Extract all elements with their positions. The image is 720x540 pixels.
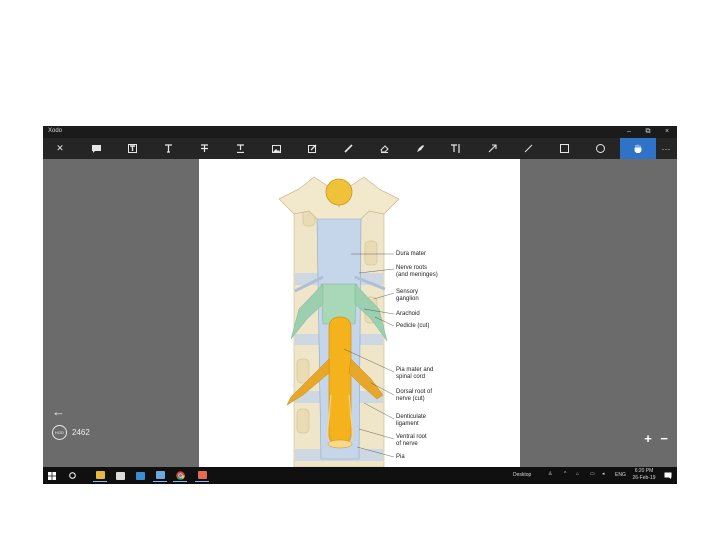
taskbar-app-3[interactable] [133, 469, 147, 482]
close-document-button[interactable]: ✕ [49, 138, 71, 159]
folder-icon [95, 471, 105, 479]
more-button[interactable]: ··· [657, 138, 675, 159]
line-tool[interactable] [517, 138, 539, 159]
label-denticulate-ligament: Denticulate ligament [396, 414, 427, 427]
text-select-tool[interactable] [445, 138, 467, 159]
minimize-button[interactable]: – [621, 127, 637, 137]
underline-tool[interactable] [229, 138, 251, 159]
pen-icon [343, 144, 353, 153]
page-indicator[interactable]: HOD 2462 [52, 425, 90, 440]
store-icon [115, 471, 125, 480]
title-bar: Xodo – ⧉ × [43, 126, 677, 138]
label-nerve-roots: Nerve roots (and meninges) [396, 265, 438, 278]
signature-tool[interactable] [301, 138, 323, 159]
clock-time: 6:20 PM [634, 468, 654, 474]
close-icon: ✕ [56, 143, 64, 153]
taskbar-xodo[interactable] [195, 469, 209, 482]
arrow-icon [488, 144, 497, 153]
rectangle-tool[interactable] [553, 138, 575, 159]
network-icon[interactable]: ⌂ [576, 471, 579, 477]
eraser-tool[interactable] [373, 138, 395, 159]
image-tool[interactable] [265, 138, 287, 159]
pan-tool[interactable] [620, 138, 656, 159]
pan-hand-icon [634, 144, 642, 153]
zoom-controls: + − [639, 431, 668, 446]
free-text-tool[interactable] [157, 138, 179, 159]
text-select-icon [451, 144, 460, 153]
more-icon: ··· [661, 143, 671, 154]
close-window-button[interactable]: × [659, 127, 675, 137]
highlighter-icon [416, 145, 424, 152]
back-button[interactable]: ← [52, 404, 65, 419]
document-page[interactable]: Dura mater Nerve roots (and meninges) Se… [199, 159, 520, 467]
notification-icon [664, 472, 672, 479]
people-icon[interactable]: ♙ [548, 471, 552, 477]
pen-tool[interactable] [337, 138, 359, 159]
clock[interactable]: 6:20 PM 26-Feb-19 [629, 468, 659, 482]
free-text-icon [164, 144, 172, 153]
action-center-button[interactable] [661, 469, 675, 482]
taskbar-file-explorer[interactable] [93, 469, 107, 482]
page-count: 2462 [72, 428, 90, 437]
text-box-tool[interactable] [121, 138, 143, 159]
strikeout-icon [200, 144, 208, 152]
cortana-circle-icon [68, 472, 76, 479]
taskbar: Desktop ♙ ^ ⌂ ▭ ◂ ENG 6:20 PM 26-Feb-19 [43, 467, 677, 484]
ellipse-icon [595, 144, 605, 153]
volume-icon[interactable]: ◂ [602, 471, 605, 477]
xodo-app-icon [197, 471, 207, 479]
back-arrow-icon: ← [52, 404, 65, 419]
taskbar-chrome[interactable] [173, 469, 187, 482]
monitor-app-icon [135, 471, 145, 480]
window-title: Xodo [48, 128, 63, 134]
comment-tool[interactable] [85, 138, 107, 159]
annotation-toolbar: ✕ ··· [43, 138, 677, 159]
text-box-icon [127, 144, 137, 153]
battery-icon[interactable]: ▭ [590, 471, 595, 477]
taskbar-store[interactable] [113, 469, 127, 482]
window-app-icon [155, 471, 165, 479]
chevron-up-icon[interactable]: ^ [564, 471, 566, 477]
cortana-button[interactable] [65, 469, 79, 482]
label-pedicle: Pedicle (cut) [396, 323, 430, 329]
strikeout-tool[interactable] [193, 138, 215, 159]
label-dura-mater: Dura mater [396, 251, 427, 257]
chrome-icon [175, 470, 185, 480]
label-arachoid: Arachoid [396, 311, 420, 317]
label-ventral-root: Ventral root of nerve [396, 434, 427, 447]
thumbnail-badge: HOD [52, 425, 67, 440]
label-pia-mater: Pia mater and spinal cord [396, 367, 434, 380]
eraser-icon [379, 145, 389, 153]
windows-logo-icon [48, 471, 56, 480]
rectangle-icon [559, 144, 569, 153]
clock-date: 26-Feb-19 [632, 475, 656, 481]
ellipse-tool[interactable] [589, 138, 611, 159]
spinal-cord-illustration [278, 176, 400, 467]
start-button[interactable] [45, 469, 59, 482]
language-indicator[interactable]: ENG [615, 472, 626, 478]
desktop-toolbar-label[interactable]: Desktop [513, 472, 531, 478]
image-icon [271, 144, 281, 153]
line-icon [524, 144, 532, 153]
arrow-tool[interactable] [481, 138, 503, 159]
screen: Xodo – ⧉ × ✕ ··· Dura mater Nerve roots … [43, 126, 677, 484]
restore-button[interactable]: ⧉ [640, 127, 656, 137]
zoom-out-button[interactable]: − [660, 431, 668, 446]
document-viewer[interactable]: Dura mater Nerve roots (and meninges) Se… [43, 159, 677, 467]
label-dorsal-root: Dorsal root of nerve (cut) [396, 389, 433, 402]
taskbar-app-4[interactable] [153, 469, 167, 482]
label-pia: Pia [396, 454, 405, 460]
highlighter-tool[interactable] [409, 138, 431, 159]
signature-icon [307, 144, 316, 153]
comment-icon [91, 144, 101, 153]
underline-icon [236, 144, 244, 153]
zoom-in-button[interactable]: + [644, 431, 652, 446]
label-sensory-ganglion: Sensory ganglion [396, 289, 419, 302]
